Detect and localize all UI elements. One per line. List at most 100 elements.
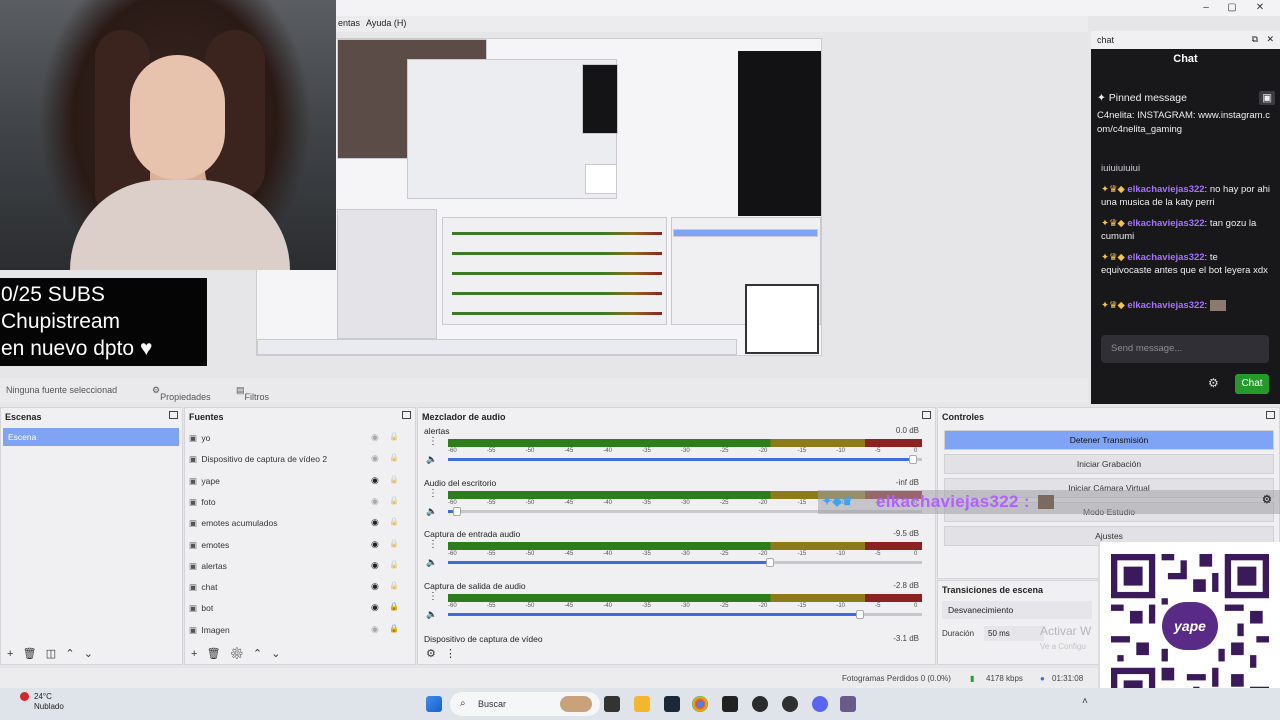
- properties-button[interactable]: ⚙ Propiedades: [152, 385, 211, 402]
- taskbar-search[interactable]: ⌕ Buscar: [450, 692, 600, 716]
- obs-active-icon[interactable]: [782, 696, 798, 712]
- volume-knob[interactable]: [453, 506, 462, 516]
- close-icon[interactable]: ✕: [1252, 1, 1268, 15]
- start-recording-button[interactable]: Iniciar Grabación: [944, 454, 1274, 474]
- highlight-username: elkachaviejas322 :: [876, 492, 1030, 511]
- visibility-hidden-icon[interactable]: ◉: [371, 624, 379, 635]
- arrow-up-icon[interactable]: ⌃: [253, 648, 262, 660]
- lock-icon[interactable]: 🔒: [389, 602, 399, 611]
- scale-tick-label: -20: [758, 551, 768, 557]
- volume-slider[interactable]: [448, 455, 922, 464]
- visibility-eye-icon[interactable]: ◉: [371, 560, 379, 571]
- transitions-dock: Transiciones de escena Desvanecimiento D…: [937, 580, 1099, 665]
- channel-menu-icon[interactable]: ⋮: [428, 591, 438, 602]
- obs-icon[interactable]: [752, 696, 768, 712]
- file-explorer-icon[interactable]: [634, 696, 650, 712]
- chevron-up-icon[interactable]: ˄: [1082, 696, 1094, 712]
- filter-icon[interactable]: ◫: [46, 648, 56, 660]
- gear-icon[interactable]: ⚙: [1262, 493, 1272, 506]
- visibility-eye-icon[interactable]: ◉: [371, 475, 379, 486]
- channel-menu-icon[interactable]: ⋮: [428, 488, 438, 499]
- visibility-eye-icon[interactable]: ◉: [371, 581, 379, 592]
- source-item[interactable]: ▣ Imagen: [189, 621, 359, 639]
- steam-icon[interactable]: [664, 696, 680, 712]
- popout-icon[interactable]: ⧉: [1252, 34, 1258, 45]
- trash-icon[interactable]: 🗑: [23, 648, 37, 660]
- gear-icon[interactable]: ⚙: [1208, 376, 1219, 390]
- channel-menu-icon[interactable]: ⋮: [428, 539, 438, 550]
- source-label: alertas: [201, 560, 227, 571]
- source-item[interactable]: ▣ emotes acumulados: [189, 514, 359, 532]
- weather-alert-icon: [20, 692, 29, 701]
- speaker-icon[interactable]: 🔈: [426, 454, 437, 465]
- more-options-icon[interactable]: ⋮: [445, 648, 456, 660]
- close-icon[interactable]: ✕: [1266, 34, 1274, 45]
- task-view-icon[interactable]: [604, 696, 620, 712]
- visibility-hidden-icon[interactable]: ◉: [371, 496, 379, 507]
- source-item[interactable]: ▣ emotes: [189, 536, 359, 554]
- source-item[interactable]: ▣ foto: [189, 493, 359, 511]
- scene-item[interactable]: Escena: [3, 428, 179, 446]
- volume-knob[interactable]: [908, 455, 917, 464]
- volume-slider[interactable]: [448, 609, 922, 619]
- windows-start-icon[interactable]: [426, 696, 442, 712]
- send-message-input[interactable]: Send message...: [1101, 335, 1269, 363]
- volume-knob[interactable]: [856, 609, 865, 619]
- lock-icon[interactable]: 🔒: [389, 624, 399, 633]
- discord-icon[interactable]: [812, 696, 828, 712]
- chrome-icon[interactable]: [692, 696, 708, 712]
- transition-select[interactable]: Desvanecimiento: [942, 601, 1092, 619]
- source-item[interactable]: ▣ Dispositivo de captura de vídeo 2: [189, 450, 359, 468]
- gear-icon[interactable]: ⚙: [230, 648, 244, 660]
- unlock-icon[interactable]: 🔒: [389, 496, 399, 505]
- unlock-icon[interactable]: 🔒: [389, 581, 399, 590]
- menu-item-herramientas[interactable]: entas: [338, 18, 360, 28]
- weather-desc: Nublado: [34, 702, 64, 711]
- popout-icon[interactable]: [922, 411, 931, 419]
- unlock-icon[interactable]: 🔒: [389, 517, 399, 526]
- speaker-icon[interactable]: 🔈: [426, 506, 437, 517]
- maximize-icon[interactable]: ▢: [1224, 1, 1240, 15]
- gear-icon[interactable]: ⚙: [426, 648, 436, 660]
- menu-item-ayuda[interactable]: Ayuda (H): [366, 18, 406, 28]
- unlock-icon[interactable]: 🔒: [389, 475, 399, 484]
- filters-button[interactable]: ▤ Filtros: [236, 385, 269, 402]
- channel-menu-icon[interactable]: ⋮: [428, 436, 438, 447]
- source-item[interactable]: ▣ chat: [189, 578, 359, 596]
- source-item[interactable]: ▣ alertas: [189, 557, 359, 575]
- visibility-eye-icon[interactable]: ◉: [371, 602, 379, 613]
- popout-icon[interactable]: [1266, 411, 1275, 419]
- add-icon[interactable]: +: [191, 648, 197, 660]
- speaker-icon[interactable]: 🔈: [426, 557, 437, 568]
- arrow-down-icon[interactable]: ⌄: [84, 648, 93, 660]
- app-icon[interactable]: [722, 696, 738, 712]
- duration-input[interactable]: 50 ms: [984, 626, 1044, 641]
- popout-icon[interactable]: [169, 411, 178, 419]
- weather-widget[interactable]: 24°C Nublado: [8, 692, 64, 712]
- visibility-eye-icon[interactable]: ◉: [371, 517, 379, 528]
- add-icon[interactable]: +: [7, 648, 13, 660]
- unlock-icon[interactable]: 🔒: [389, 453, 399, 462]
- volume-knob[interactable]: [766, 558, 775, 567]
- speaker-icon[interactable]: 🔈: [426, 609, 437, 620]
- visibility-hidden-icon[interactable]: ◉: [371, 432, 379, 443]
- arrow-down-icon[interactable]: ⌄: [271, 648, 280, 660]
- arrow-up-icon[interactable]: ⌃: [65, 648, 74, 660]
- trash-icon[interactable]: 🗑: [207, 648, 221, 660]
- unlock-icon[interactable]: 🔒: [389, 560, 399, 569]
- unlock-icon[interactable]: 🔒: [389, 432, 399, 441]
- source-item[interactable]: ▣ yape: [189, 472, 359, 490]
- source-item[interactable]: ▣ yo: [189, 429, 359, 447]
- frames-dropped: Fotogramas Perdidos 0 (0.0%): [842, 674, 951, 683]
- preview-canvas[interactable]: [256, 38, 822, 356]
- chat-send-button[interactable]: Chat: [1235, 374, 1269, 394]
- popout-icon[interactable]: [402, 411, 411, 419]
- app-icon-2[interactable]: [840, 696, 856, 712]
- visibility-hidden-icon[interactable]: ◉: [371, 453, 379, 464]
- volume-slider[interactable]: [448, 558, 922, 567]
- unlock-icon[interactable]: 🔒: [389, 539, 399, 548]
- minimize-icon[interactable]: –: [1198, 1, 1214, 15]
- visibility-eye-icon[interactable]: ◉: [371, 539, 379, 550]
- stop-stream-button[interactable]: Detener Transmisión: [944, 430, 1274, 450]
- source-item[interactable]: ▣ bot: [189, 599, 359, 617]
